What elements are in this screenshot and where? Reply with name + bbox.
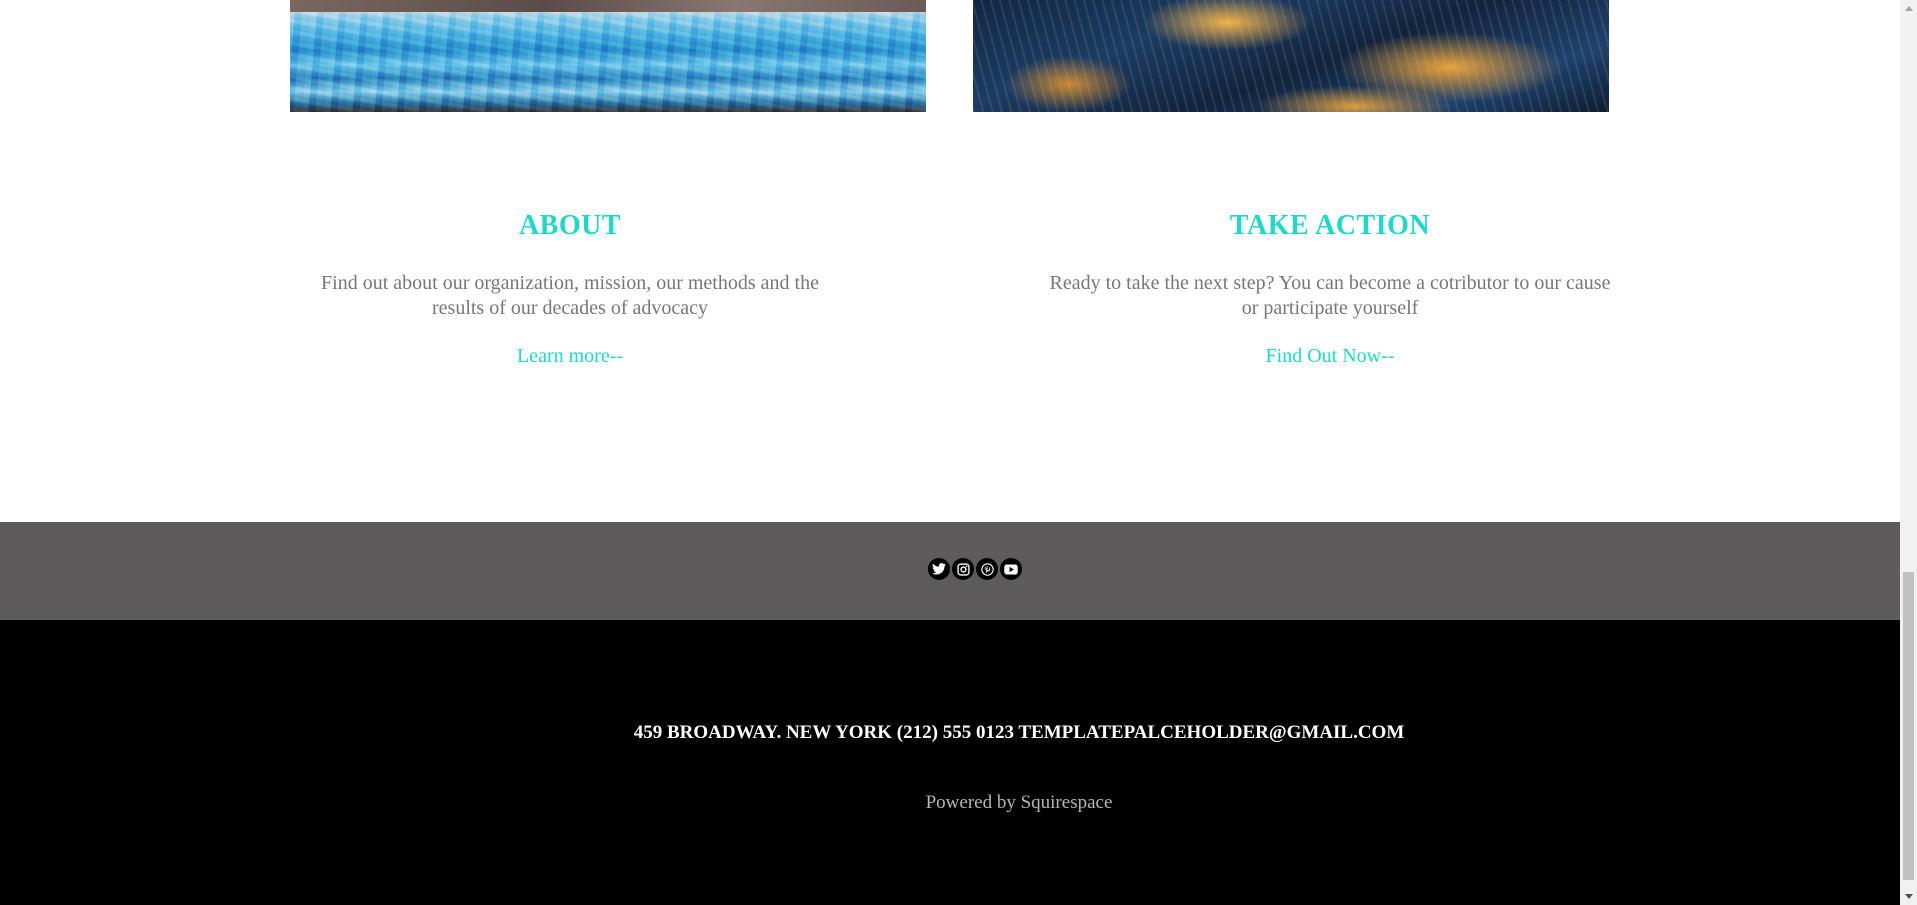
find-out-now-link[interactable]: Find Out Now-- [1045, 345, 1615, 368]
scroll-down-arrow-icon[interactable] [1900, 888, 1917, 905]
powered-by-link[interactable]: Powered by Squirespace [0, 792, 1900, 814]
twitter-icon[interactable] [928, 558, 950, 580]
about-description: Find out about our organization, mission… [321, 272, 819, 319]
scroll-up-arrow-icon[interactable] [1900, 0, 1917, 17]
instagram-icon[interactable] [952, 558, 974, 580]
learn-more-link[interactable]: Learn more-- [310, 345, 830, 368]
take-action-description: Ready to take the next step? You can bec… [1049, 272, 1611, 319]
about-title: ABOUT [518, 210, 622, 241]
scrollbar-thumb[interactable] [1903, 572, 1914, 880]
footer: 459 BROADWAY. NEW YORK (212) 555 0123 TE… [0, 620, 1900, 905]
social-links [928, 558, 1022, 580]
vertical-scrollbar[interactable] [1900, 0, 1917, 905]
footer-address: 459 BROADWAY. NEW YORK (212) 555 0123 TE… [633, 722, 1405, 743]
pinterest-icon[interactable] [976, 558, 998, 580]
page: ABOUT Find out about our organization, m… [0, 0, 1917, 905]
take-action-title: TAKE ACTION [1229, 210, 1431, 241]
viewport: ABOUT Find out about our organization, m… [0, 0, 1900, 905]
youtube-icon[interactable] [1000, 558, 1022, 580]
glacier-image [290, 0, 926, 112]
dunes-image [973, 0, 1609, 112]
